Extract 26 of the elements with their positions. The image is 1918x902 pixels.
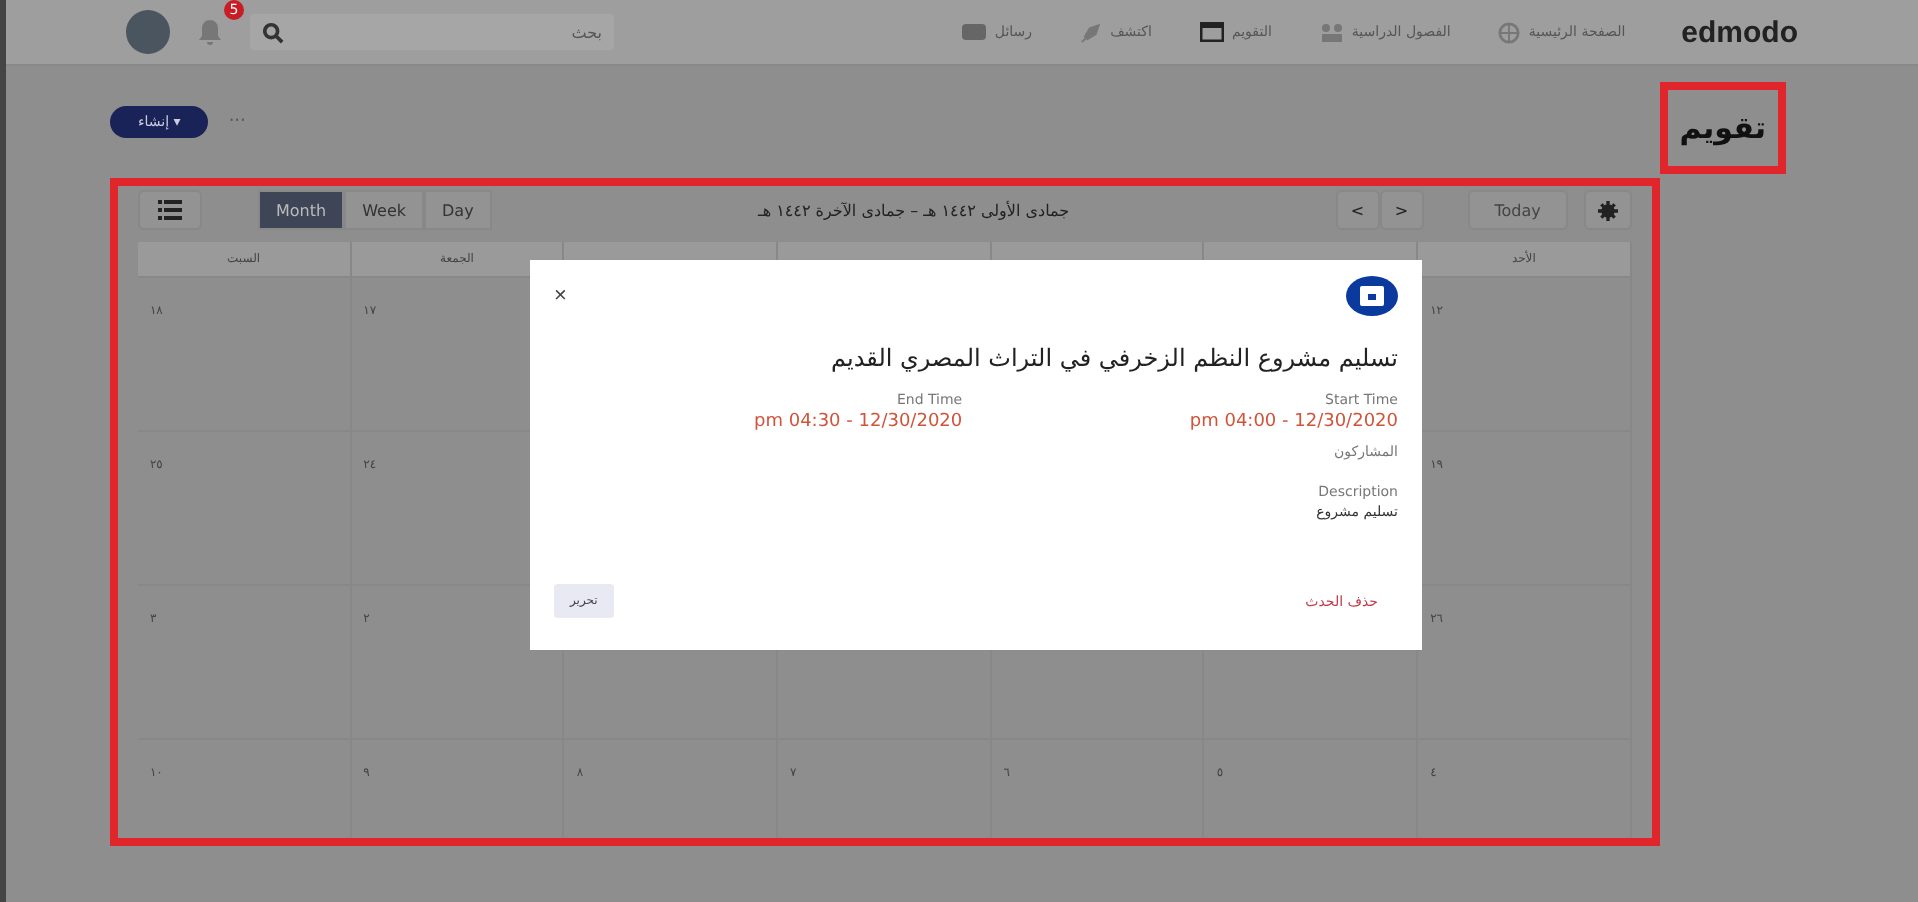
list-icon <box>158 200 182 220</box>
list-view-button[interactable] <box>138 190 202 230</box>
more-button[interactable]: ··· <box>228 112 246 132</box>
today-button[interactable]: Today <box>1467 190 1568 230</box>
settings-button[interactable] <box>1583 190 1632 230</box>
close-button[interactable]: × <box>554 284 567 308</box>
next-button[interactable]: > <box>1379 190 1424 230</box>
page-title: تقويم <box>1679 110 1766 146</box>
end-time: pm 04:30 - 12/30/2020 <box>754 412 963 432</box>
chat-icon <box>962 23 987 41</box>
rocket-icon <box>1080 21 1103 43</box>
calendar-icon <box>1199 22 1224 42</box>
date-range-title: جمادى الأولى ١٤٤٢ هـ – جمادى الآخرة ١٤٤٢ هـ <box>755 201 1072 219</box>
settings-icon <box>1597 199 1618 221</box>
avatar[interactable] <box>126 10 170 54</box>
view-tab[interactable]: Week <box>344 190 424 230</box>
logo[interactable]: edmodo <box>1681 15 1798 49</box>
event-icon <box>1346 276 1398 316</box>
people-icon <box>1319 22 1344 42</box>
start-time: pm 04:00 - 12/30/2020 <box>1189 412 1398 432</box>
search-field[interactable]: بحث <box>250 14 614 50</box>
previous-button[interactable]: < <box>1335 190 1380 230</box>
view-tab[interactable]: Day <box>424 190 492 230</box>
view-tab[interactable]: Month <box>258 190 345 230</box>
event-title: تسليم مشروع النظم الزخرفي في التراث المصري القديم <box>829 344 1398 372</box>
globe-icon <box>1498 21 1521 43</box>
